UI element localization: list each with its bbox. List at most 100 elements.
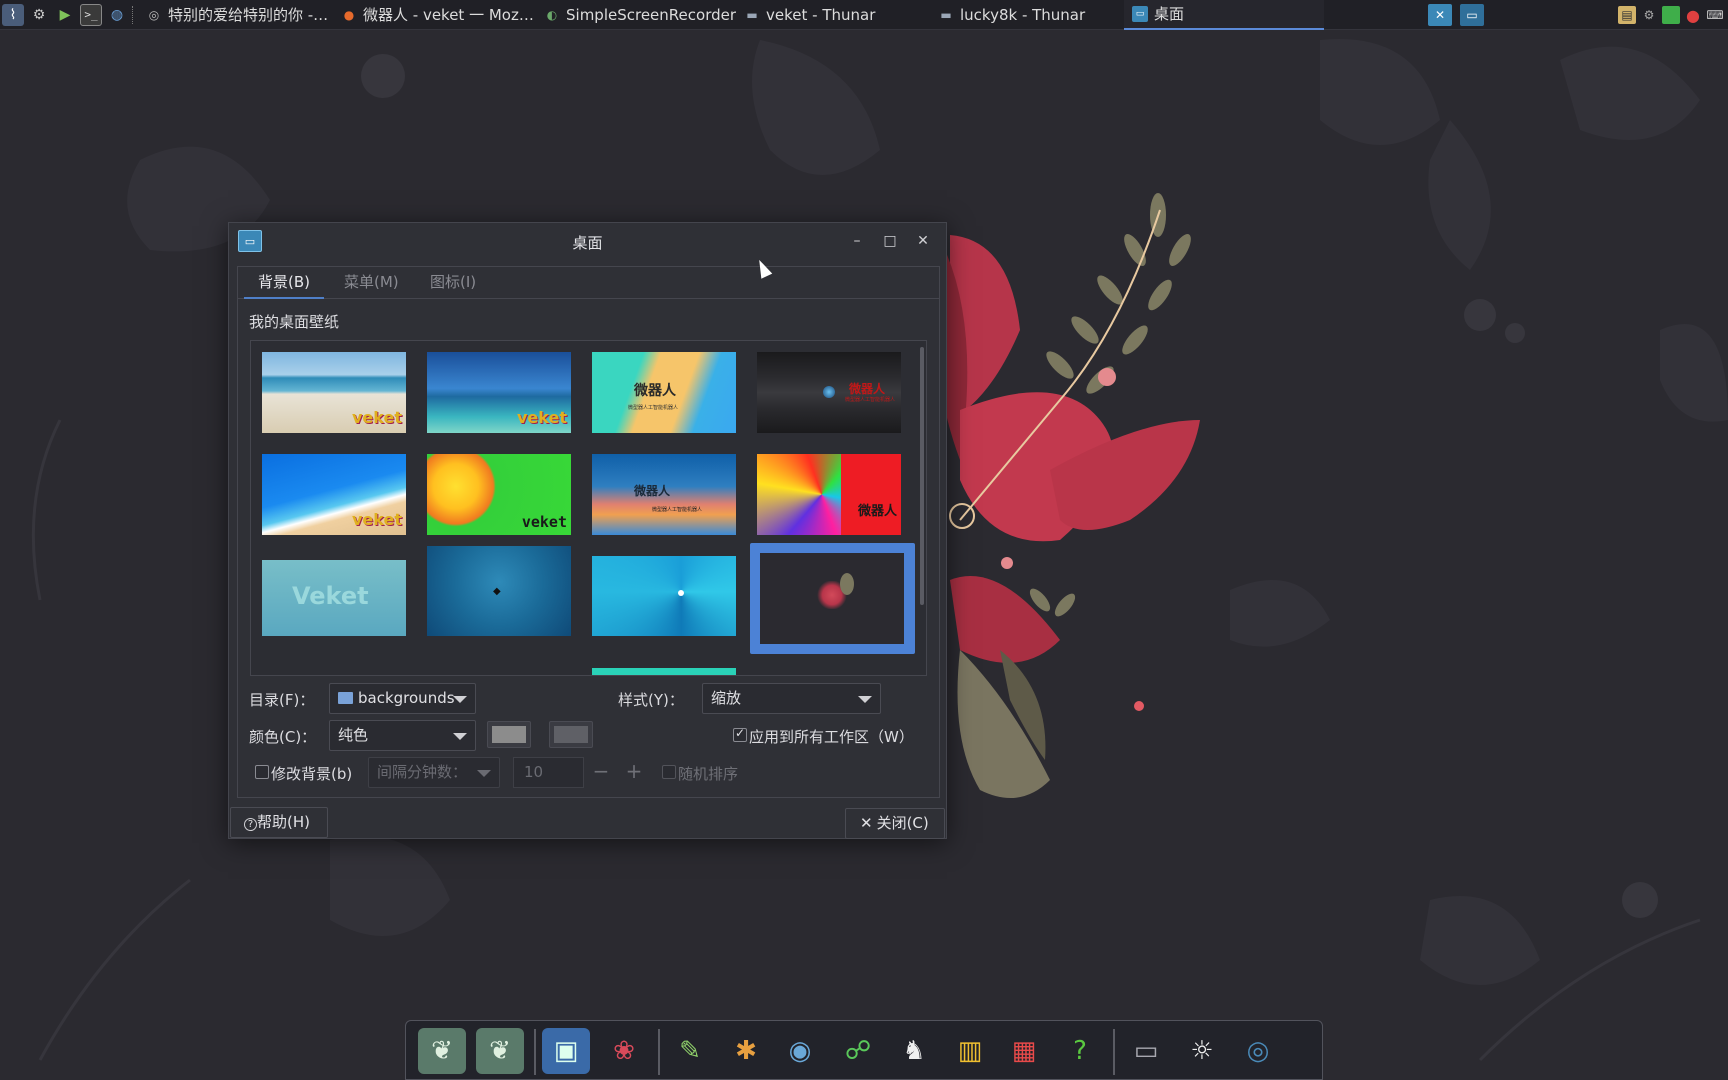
wallpaper-label: Veket <box>292 582 369 610</box>
spreadsheet-app-icon[interactable]: ▦ <box>1000 1028 1048 1074</box>
record-icon[interactable]: ● <box>1684 6 1702 25</box>
interval-select[interactable]: 间隔分钟数： <box>368 757 500 788</box>
wallpaper-gallery[interactable]: veket veket 微器人 微型器人工智能机器人 微器人 微型器人工智能机器… <box>250 340 927 676</box>
wallpaper-thumb[interactable]: ◆ <box>427 546 571 636</box>
firefox-icon: ● <box>343 7 355 22</box>
fish-icon: ◆ <box>493 586 501 597</box>
drive-icon[interactable]: ▭ <box>1122 1028 1170 1074</box>
media-player-icon[interactable]: ◉ <box>776 1028 824 1074</box>
workspace-1-button[interactable]: ✕ <box>1428 4 1452 26</box>
style-select[interactable]: 缩放 <box>702 683 881 714</box>
system-tray: ▤ ⚙ ● ⌨ <box>1618 0 1728 30</box>
directory-select[interactable]: backgrounds <box>329 683 476 714</box>
primary-color-swatch[interactable] <box>487 721 531 748</box>
wallpaper-label: 微器人 <box>857 504 897 519</box>
wallpaper-thumb[interactable]: 微器人 <box>757 454 901 535</box>
wallpaper-thumb[interactable]: 微器人 微型器人工智能机器人 <box>757 352 901 433</box>
wallpaper-thumb[interactable]: veket <box>427 454 571 535</box>
task-thunar-lucky8k[interactable]: ▬ lucky8k - Thunar <box>930 0 1124 30</box>
chevron-down-icon <box>453 696 467 703</box>
lens-icon <box>823 386 835 398</box>
battery-icon[interactable] <box>1662 6 1680 24</box>
help-label: 帮助(H) <box>257 813 310 831</box>
terminal-icon[interactable]: >_ <box>80 3 102 26</box>
tab-background[interactable]: 背景(B) <box>244 267 324 299</box>
minimize-button[interactable]: – <box>847 231 867 251</box>
taskbar-separator <box>132 5 134 24</box>
swirl-center <box>678 590 684 596</box>
brightness-icon[interactable]: ☼ <box>1178 1028 1226 1074</box>
tab-menu[interactable]: 菜单(M) <box>330 267 413 299</box>
wallpaper-sublabel: 微型器人工智能机器人 <box>652 507 703 513</box>
wallpaper-thumb[interactable]: veket <box>427 352 571 433</box>
close-window-button[interactable]: ✕ <box>913 231 933 251</box>
network-app-icon[interactable]: ☍ <box>834 1028 882 1074</box>
task-firefox[interactable]: ● 微器人 - veket 一 Moz… <box>333 0 536 30</box>
task-radio[interactable]: ◎ 特别的爱给特别的你 -… <box>138 0 333 30</box>
random-order-label: 随机排序 <box>678 765 739 783</box>
task-screen-recorder[interactable]: ◐ SimpleScreenRecorder <box>536 0 736 30</box>
maximize-button[interactable]: □ <box>880 231 900 251</box>
wallpaper-label: veket <box>517 408 567 427</box>
wallpaper-thumb[interactable]: veket <box>262 352 406 433</box>
monitor-app-icon[interactable]: ▣ <box>542 1028 590 1074</box>
folder-icon: ▬ <box>746 7 758 22</box>
penguin-app-icon[interactable]: ♞ <box>890 1028 938 1074</box>
wallpaper-thumb[interactable]: Veket <box>262 560 406 636</box>
system-monitor-icon[interactable]: ⌇ <box>2 3 24 26</box>
increment-button[interactable]: + <box>620 757 648 788</box>
wallpaper-thumb[interactable]: 微器人 微型器人工智能机器人 <box>592 352 736 433</box>
network-icon[interactable]: ⚙ <box>1640 6 1658 24</box>
dialog-titlebar[interactable]: ▭ 桌面 – □ ✕ <box>229 223 946 259</box>
notebook-app-icon[interactable]: ▥ <box>946 1028 994 1074</box>
mascot-app-icon[interactable]: ❀ <box>600 1028 648 1074</box>
wallpaper-section-label: 我的桌面壁纸 <box>249 313 340 331</box>
style-label: 样式(Y)： <box>618 691 684 709</box>
dock-separator <box>1113 1029 1115 1075</box>
help-button[interactable]: ? 帮助(H) <box>230 807 328 838</box>
dock-separator <box>658 1029 660 1075</box>
help-icon: ? <box>244 818 257 831</box>
settings-gears-icon[interactable]: ⚙ <box>28 4 50 26</box>
text-editor-icon[interactable]: ✎ <box>666 1028 714 1074</box>
wallpaper-thumb-partial[interactable] <box>592 668 736 675</box>
help-app-icon[interactable]: ? <box>1056 1028 1104 1074</box>
random-order-checkbox[interactable] <box>662 765 676 779</box>
wallpaper-thumb[interactable]: 微器人 微型器人工智能机器人 <box>592 454 736 535</box>
secondary-color-swatch[interactable] <box>549 721 593 748</box>
clipboard-icon[interactable]: ▤ <box>1618 6 1636 24</box>
wallpaper-sublabel: 微型器人工智能机器人 <box>628 405 679 411</box>
close-label: 关闭(C) <box>876 814 929 832</box>
wallpaper-thumb[interactable] <box>592 556 736 636</box>
camera-lens-icon[interactable]: ◎ <box>1234 1028 1282 1074</box>
color-mode-select[interactable]: 纯色 <box>329 720 476 751</box>
task-label: SimpleScreenRecorder <box>566 5 736 24</box>
wallpaper-app-icon[interactable]: ❦ <box>418 1028 466 1074</box>
flower-mini-leaf <box>840 573 854 595</box>
task-thunar-veket[interactable]: ▬ veket - Thunar <box>736 0 930 30</box>
decrement-button[interactable]: − <box>587 757 615 788</box>
modify-background-checkbox[interactable] <box>255 765 269 779</box>
task-desktop[interactable]: ▭ 桌面 <box>1124 0 1324 30</box>
browser-globe-icon[interactable]: ◍ <box>106 4 128 26</box>
keyboard-icon[interactable]: ⌨ <box>1706 6 1724 24</box>
workspace-2-button[interactable]: ▭ <box>1460 4 1484 26</box>
interval-minutes-input[interactable]: 10 <box>513 757 584 788</box>
task-label: 微器人 - veket 一 Moz… <box>363 6 534 24</box>
primary-color-fill <box>492 726 526 743</box>
apply-all-workspaces-checkbox[interactable] <box>733 726 747 742</box>
gallery-scrollbar[interactable] <box>920 347 924 605</box>
wallpaper-thumb[interactable] <box>760 553 904 644</box>
tab-bar: 背景(B) 菜单(M) 图标(I) <box>238 267 939 299</box>
wallpaper-app-2-icon[interactable]: ❦ <box>476 1028 524 1074</box>
paint-app-icon[interactable]: ✱ <box>722 1028 770 1074</box>
chevron-down-icon <box>477 770 491 777</box>
radio-icon: ◎ <box>148 7 160 22</box>
taskbar: ⌇ ⚙ ▶ >_ ◍ ◎ 特别的爱给特别的你 -… ● 微器人 - veket … <box>0 0 1728 30</box>
wallpaper-thumb[interactable]: veket <box>262 454 406 535</box>
wallpaper-label: 微器人 <box>849 382 886 396</box>
tab-icons[interactable]: 图标(I) <box>416 267 490 299</box>
close-button[interactable]: ✕ 关闭(C) <box>845 808 945 839</box>
apply-all-workspaces-label: 应用到所有工作区（W） <box>749 728 914 746</box>
run-icon[interactable]: ▶ <box>54 4 76 26</box>
